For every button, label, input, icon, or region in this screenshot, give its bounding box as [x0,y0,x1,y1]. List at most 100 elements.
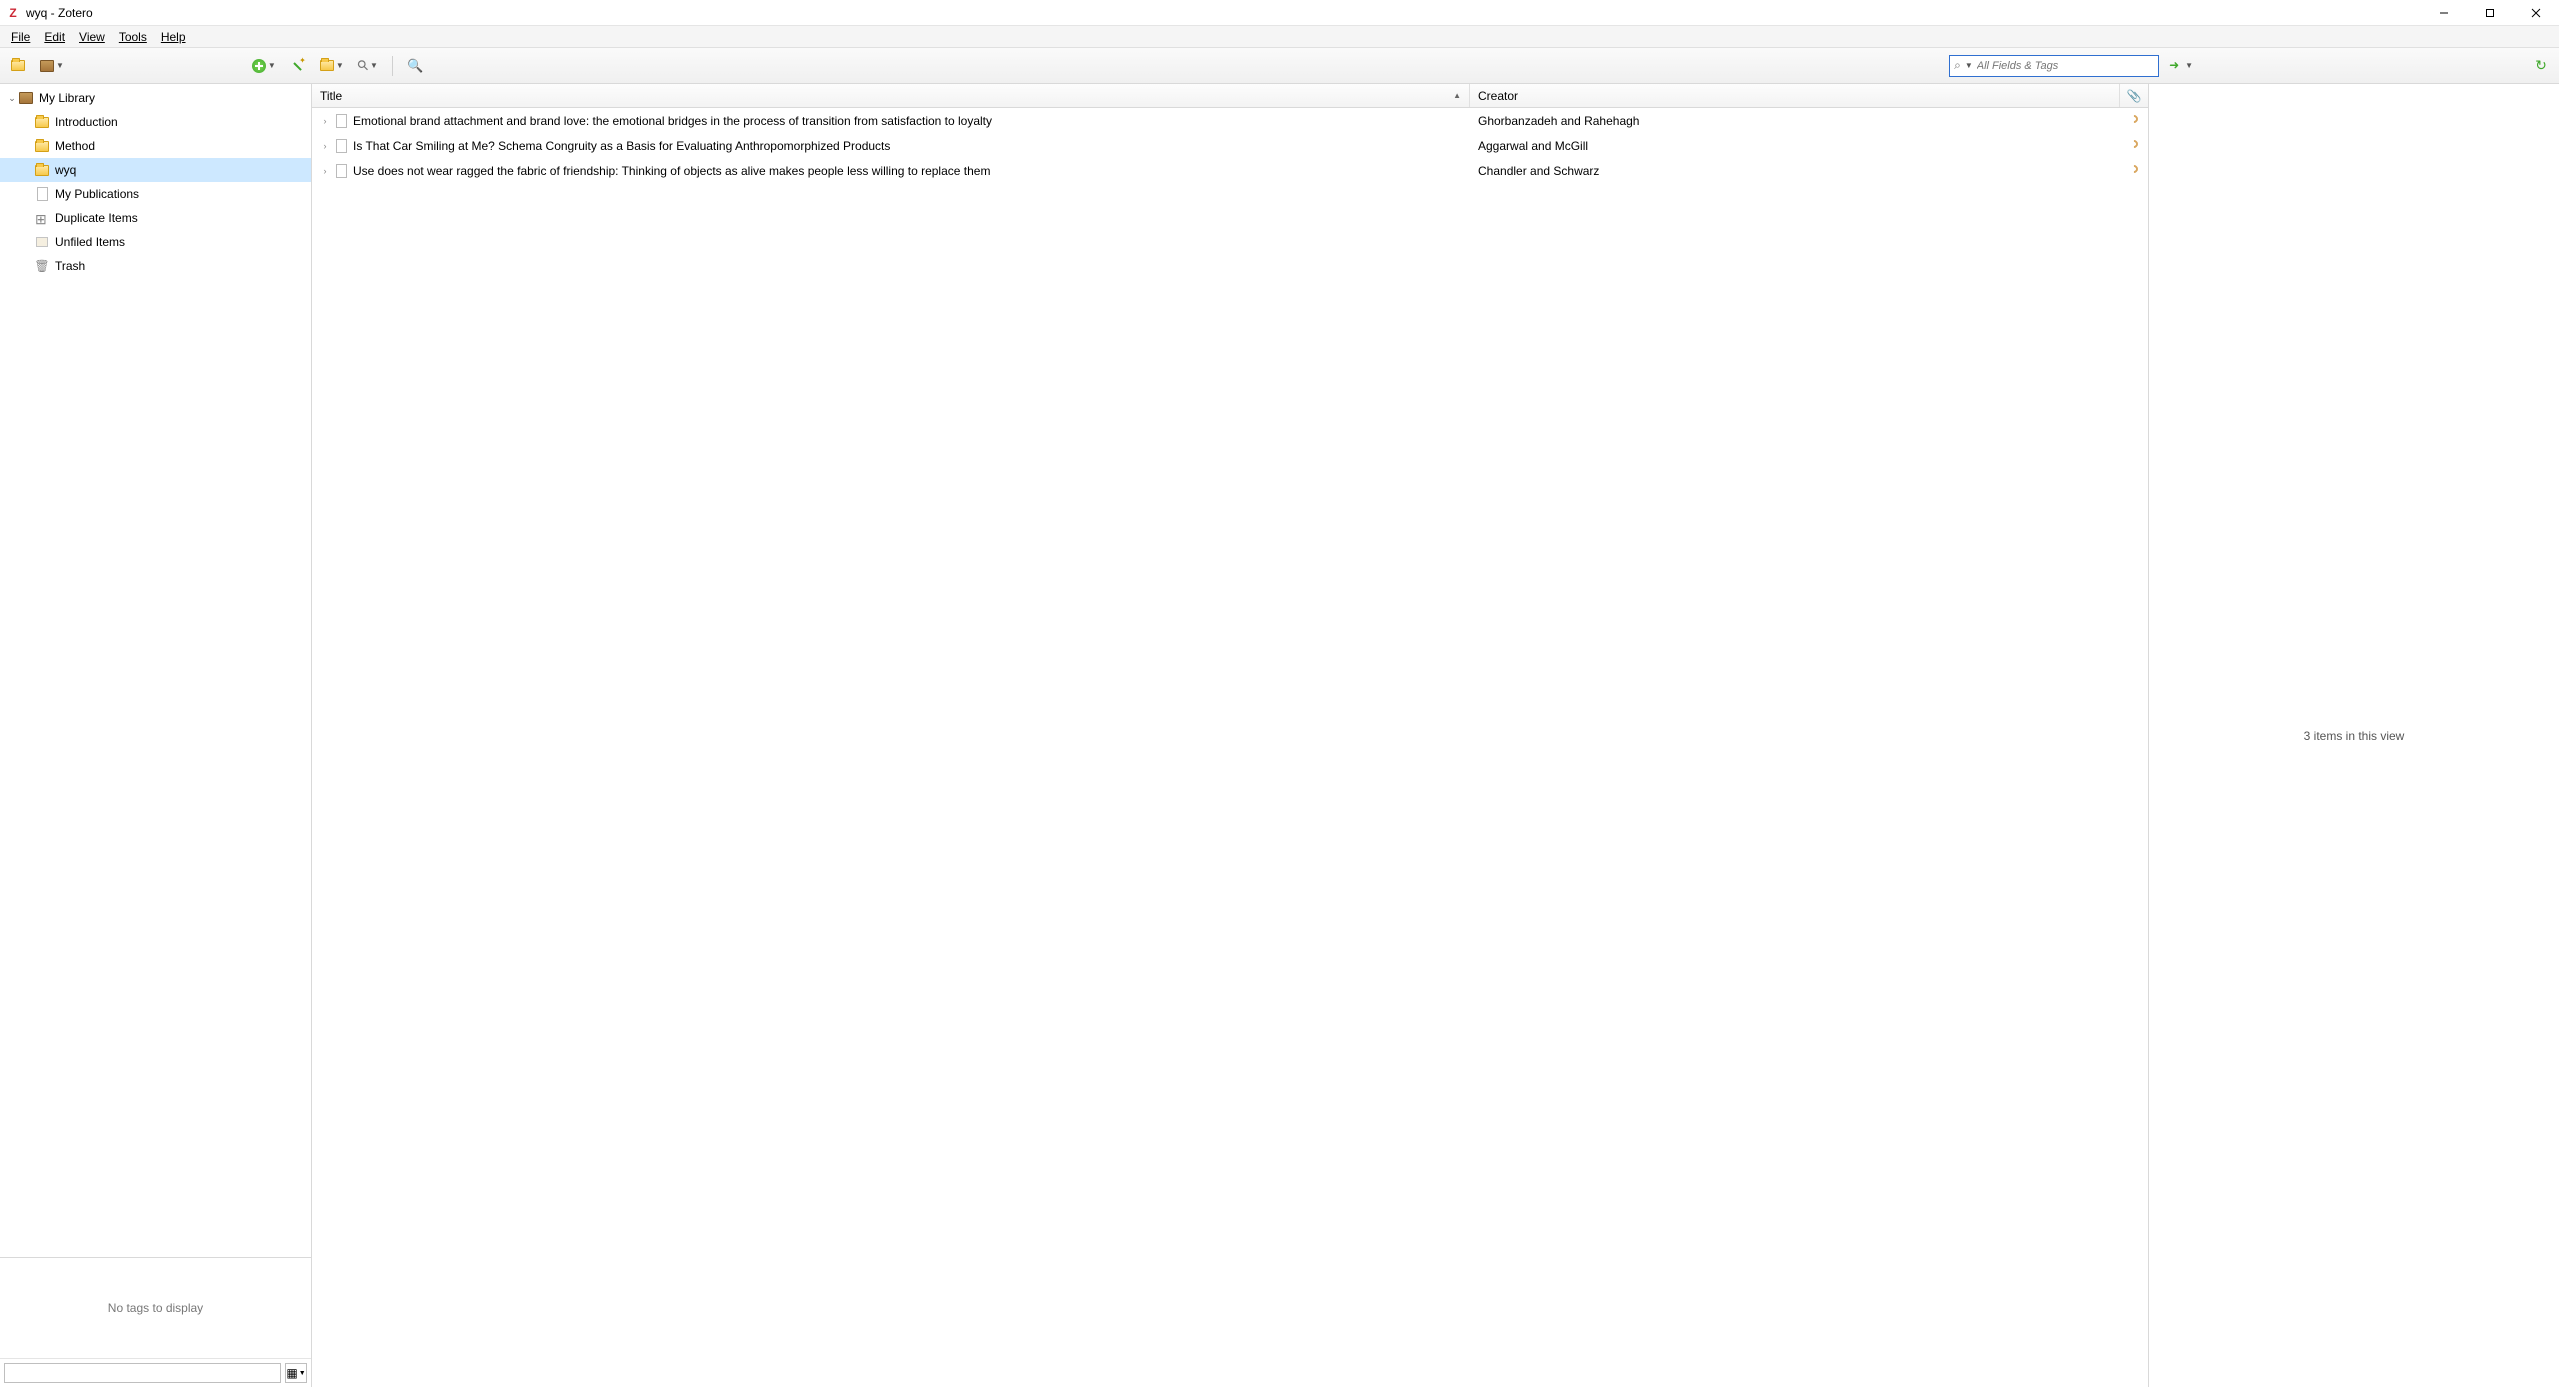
duplicate-icon [35,211,49,225]
tree-my-library[interactable]: ⌄ My Library [0,86,311,110]
column-creator[interactable]: Creator [1470,84,2120,107]
maximize-button[interactable] [2467,0,2513,25]
new-item-button[interactable]: ▼ [248,54,280,78]
tags-pane: No tags to display ▦▼ [0,1257,311,1387]
item-row[interactable]: › Use does not wear ragged the fabric of… [312,158,2148,183]
item-row[interactable]: › Is That Car Smiling at Me? Schema Cong… [312,133,2148,158]
window-title: wyq - Zotero [26,6,93,20]
column-label: Creator [1478,89,1518,103]
main: ⌄ My Library Introduction Method wyq [0,84,2559,1387]
tree-item-method[interactable]: Method [0,134,311,158]
chevron-down-icon: ▼ [268,61,276,70]
new-note-button[interactable]: ▼ [316,54,348,78]
box-icon [36,237,48,247]
tree-label: My Publications [55,187,139,201]
tree-item-duplicate[interactable]: Duplicate Items [0,206,311,230]
item-rows: › Emotional brand attachment and brand l… [312,108,2148,1387]
library-icon [19,92,33,104]
chevron-down-icon[interactable]: ▼ [1965,61,1973,70]
chevron-down-icon: ▼ [2185,61,2193,70]
tree-label: Method [55,139,95,153]
item-title: Emotional brand attachment and brand lov… [353,114,992,128]
paperclip-icon: 📎 [2127,89,2142,103]
column-title[interactable]: Title ▲ [312,84,1470,107]
attachment-indicator-icon [2128,165,2139,175]
item-creator: Chandler and Schwarz [1470,164,2120,178]
tag-selector-options-button[interactable]: ▦▼ [285,1363,307,1383]
new-library-button[interactable]: ▼ [36,54,68,78]
twisty-icon[interactable]: ⌄ [6,93,18,104]
menu-edit[interactable]: Edit [37,28,72,46]
toolbar-divider [392,56,393,76]
document-icon [336,114,347,128]
menu-view[interactable]: View [72,28,112,46]
document-icon [336,139,347,153]
sort-ascending-icon: ▲ [1453,91,1461,100]
tree-item-wyq[interactable]: wyq [0,158,311,182]
paperclip-icon: ⚲ [353,56,372,75]
menubar: File Edit View Tools Help [0,26,2559,48]
attachment-indicator-icon [2128,140,2139,150]
new-collection-button[interactable] [6,54,30,78]
tree-item-my-publications[interactable]: My Publications [0,182,311,206]
search-box[interactable]: ⌕ ▼ [1949,55,2159,77]
item-count-status: 3 items in this view [2304,729,2405,743]
chevron-down-icon: ▼ [336,61,344,70]
item-list: Title ▲ Creator 📎 › Emotional brand atta… [312,84,2149,1387]
menu-tools[interactable]: Tools [112,28,154,46]
folder-icon [35,141,49,152]
document-icon [336,164,347,178]
item-details-pane: 3 items in this view [2149,84,2559,1387]
folder-icon [35,165,49,176]
item-row[interactable]: › Emotional brand attachment and brand l… [312,108,2148,133]
menu-file[interactable]: File [4,28,37,46]
sync-button[interactable]: ↻ [2529,54,2553,78]
search-icon: 🔍 [407,58,423,74]
item-creator: Ghorbanzadeh and Rahehagh [1470,114,2120,128]
folder-icon [35,117,49,128]
sidebar: ⌄ My Library Introduction Method wyq [0,84,312,1387]
add-attachment-button[interactable]: ⚲▼ [354,54,382,78]
locate-button[interactable]: ▼ [2165,54,2197,78]
titlebar: Z wyq - Zotero [0,0,2559,26]
note-icon [320,60,334,71]
folder-icon [11,60,25,71]
trash-icon: 🗑 [34,259,49,273]
advanced-search-button[interactable]: 🔍 [403,54,427,78]
toolbar: ▼ ▼ ▼ ⚲▼ 🔍 ⌕ ▼ ▼ ↻ [0,48,2559,84]
menu-help[interactable]: Help [154,28,193,46]
search-icon: ⌕ [1954,58,1961,73]
arrow-icon [2169,59,2183,73]
attachment-indicator-icon [2128,115,2139,125]
item-title: Is That Car Smiling at Me? Schema Congru… [353,139,890,153]
twisty-icon[interactable]: › [320,141,330,151]
document-icon [37,187,48,201]
tree-label: Unfiled Items [55,235,125,249]
tag-filter-input[interactable] [4,1363,281,1383]
search-input[interactable] [1977,60,2154,72]
grid-icon: ▦ [286,1366,296,1380]
wand-icon [291,59,305,73]
minimize-button[interactable] [2421,0,2467,25]
tree-label: Trash [55,259,85,273]
column-headers: Title ▲ Creator 📎 [312,84,2148,108]
twisty-icon[interactable]: › [320,166,330,176]
tree-label: My Library [39,91,95,105]
column-attachment[interactable]: 📎 [2120,84,2148,107]
column-label: Title [320,89,342,103]
plus-icon [252,59,266,73]
twisty-icon[interactable]: › [320,116,330,126]
sync-icon: ↻ [2535,57,2547,74]
tree-item-unfiled[interactable]: Unfiled Items [0,230,311,254]
tree-item-trash[interactable]: 🗑 Trash [0,254,311,278]
chevron-down-icon: ▼ [299,1370,306,1377]
tree-item-introduction[interactable]: Introduction [0,110,311,134]
chevron-down-icon: ▼ [56,61,64,70]
tree-label: Duplicate Items [55,211,138,225]
library-icon [40,60,54,72]
add-by-identifier-button[interactable] [286,54,310,78]
item-title: Use does not wear ragged the fabric of f… [353,164,990,178]
zotero-icon: Z [6,6,20,20]
close-button[interactable] [2513,0,2559,25]
item-creator: Aggarwal and McGill [1470,139,2120,153]
